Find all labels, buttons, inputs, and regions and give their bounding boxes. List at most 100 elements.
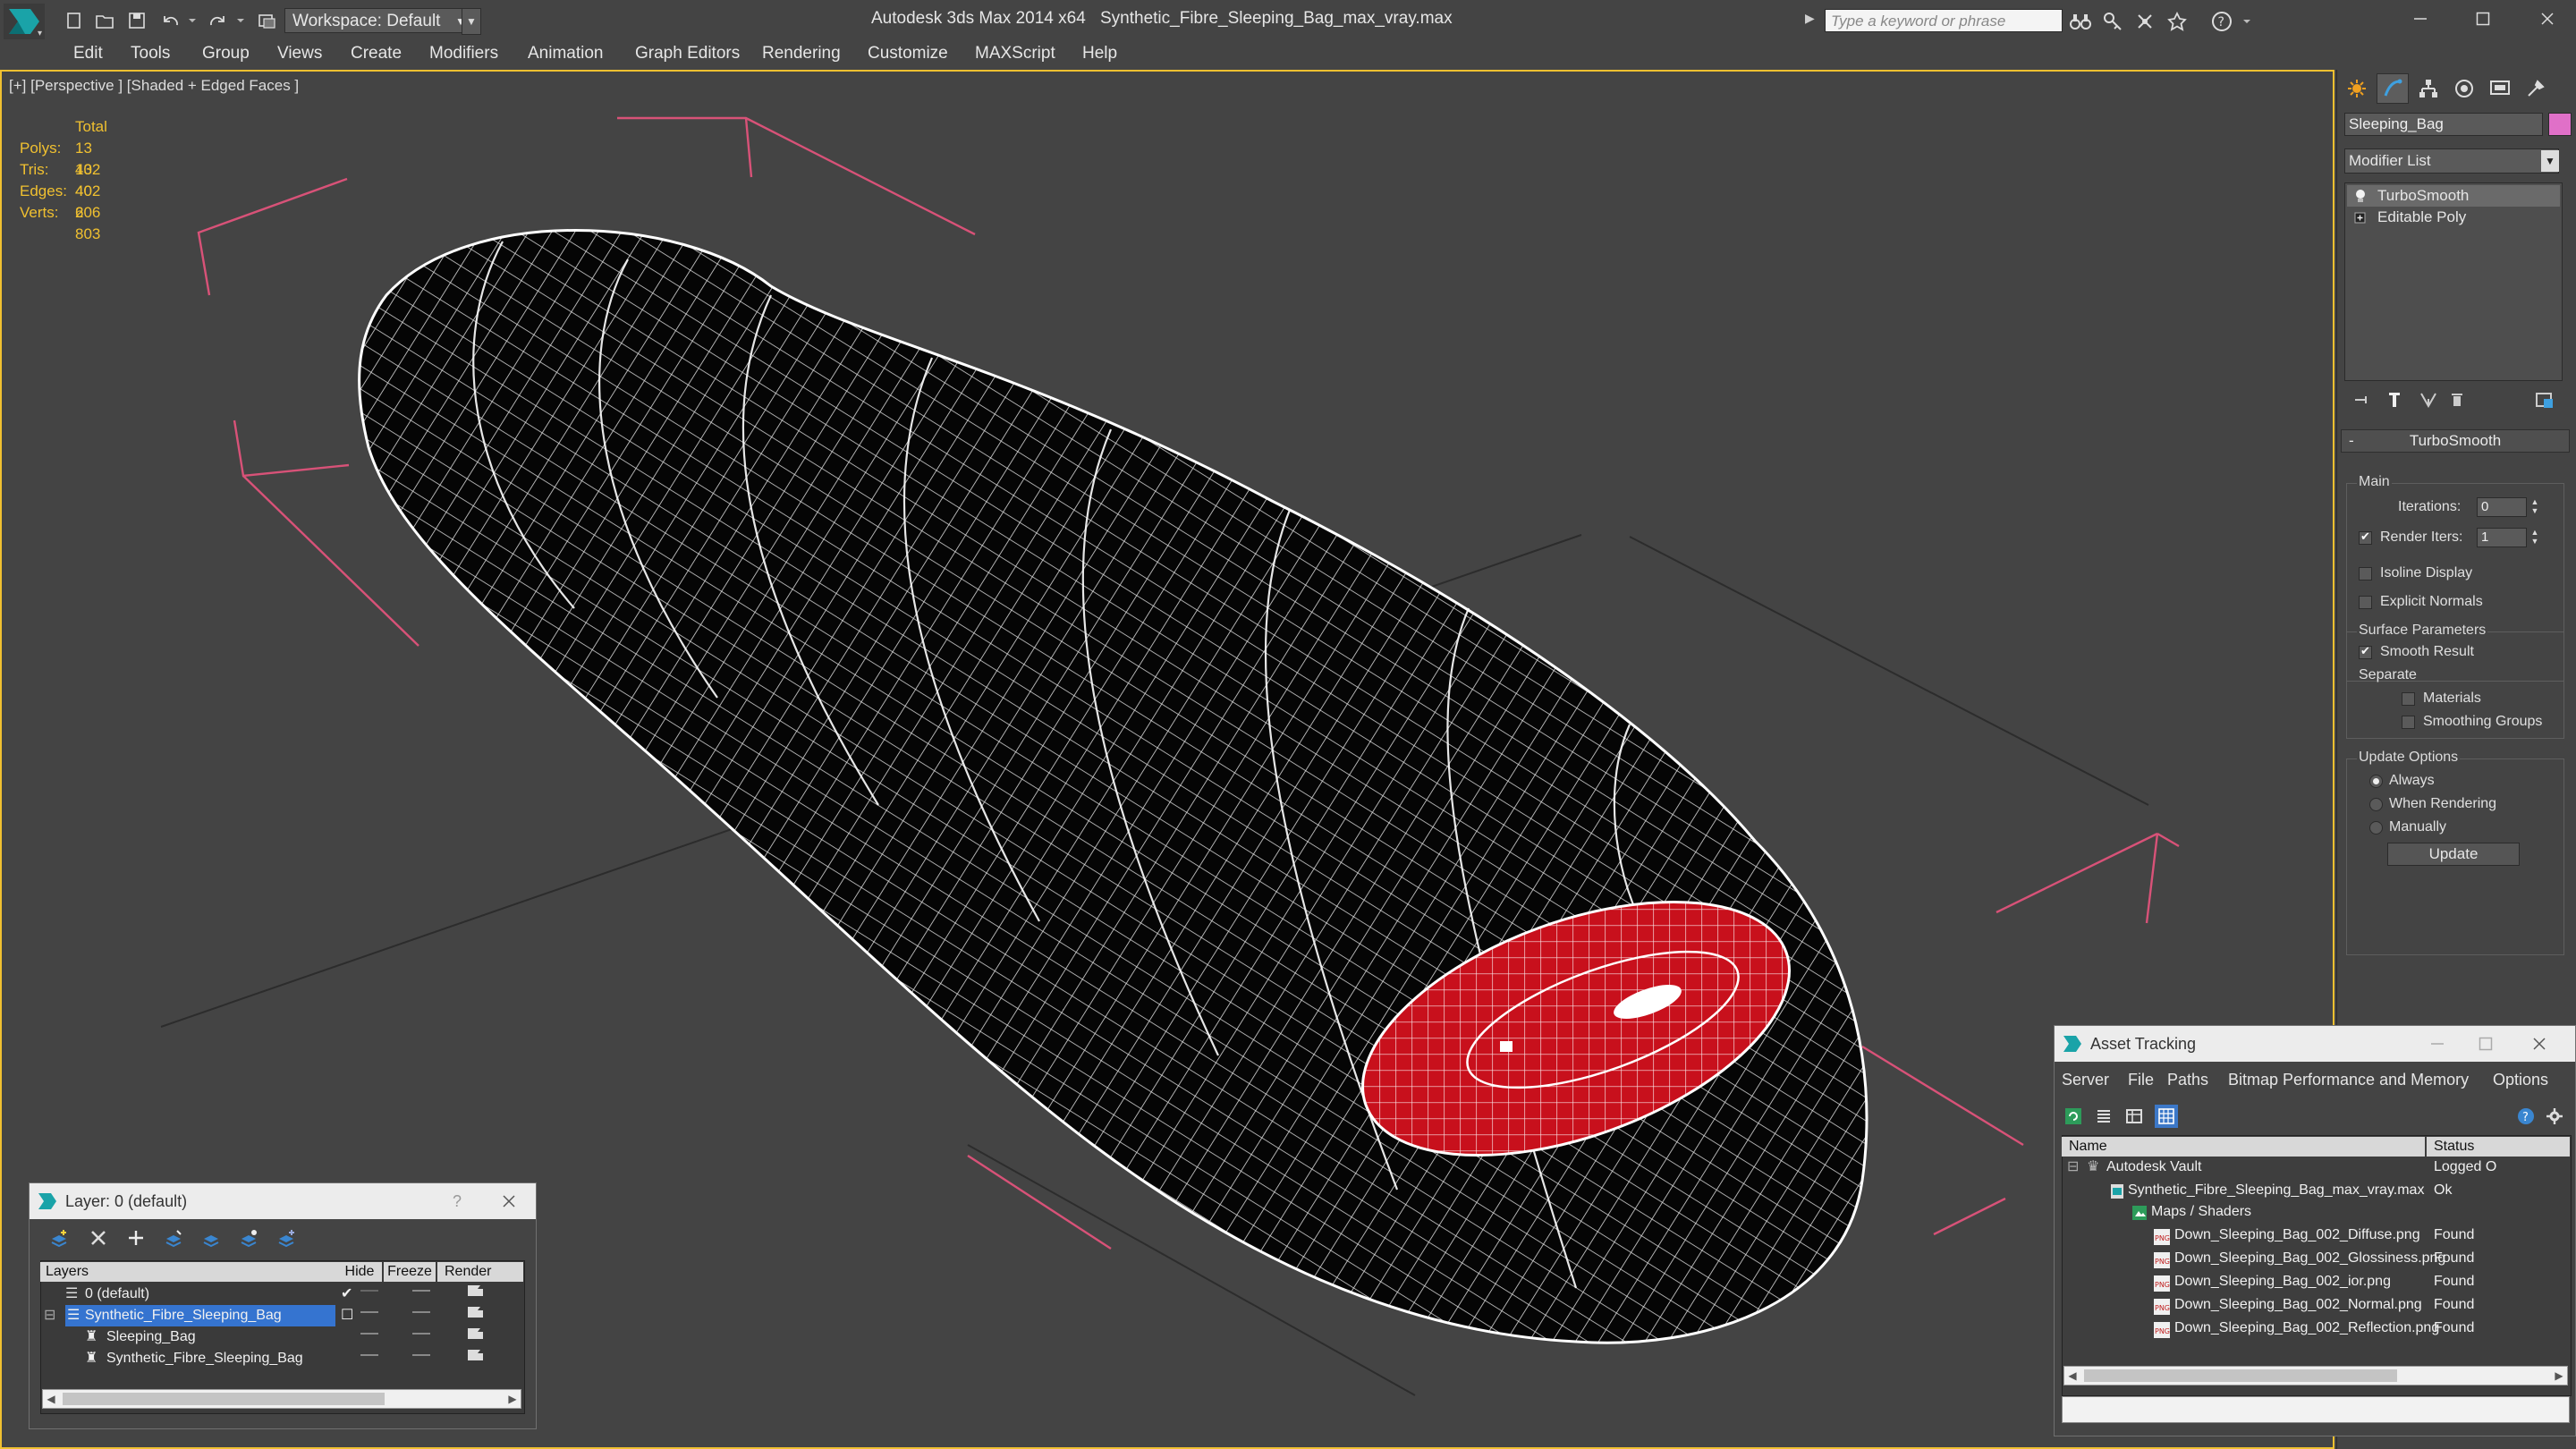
hide-all-layers-icon[interactable]	[237, 1226, 260, 1250]
isoline-display-checkbox[interactable]	[2359, 567, 2372, 580]
make-unique-icon[interactable]	[2416, 388, 2441, 411]
menu-rendering[interactable]: Rendering	[762, 44, 841, 64]
redo-icon[interactable]	[206, 9, 229, 32]
iterations-spinner[interactable]: 0	[2477, 497, 2527, 517]
materials-checkbox[interactable]	[2402, 692, 2415, 706]
communication-center-icon[interactable]	[2132, 9, 2157, 34]
show-end-result-icon[interactable]	[2382, 388, 2407, 411]
menu-paths[interactable]: Paths	[2167, 1071, 2208, 1089]
utilities-tab-icon[interactable]	[2520, 73, 2552, 104]
menu-views[interactable]: Views	[277, 44, 322, 64]
binoculars-icon[interactable]	[2068, 9, 2093, 34]
status-column-header[interactable]: Status	[2427, 1137, 2570, 1157]
help-icon[interactable]: ?	[2209, 9, 2234, 34]
remove-modifier-icon[interactable]	[2445, 388, 2470, 411]
menu-animation[interactable]: Animation	[528, 44, 604, 64]
when-rendering-radio[interactable]	[2369, 798, 2383, 811]
asset-window-titlebar[interactable]: Asset Tracking	[2055, 1026, 2575, 1062]
table-view-icon[interactable]	[2123, 1105, 2146, 1128]
scroll-left-icon[interactable]: ◀	[2064, 1367, 2080, 1385]
turbosmooth-rollout-header[interactable]: - TurboSmooth	[2341, 429, 2570, 453]
scroll-left-icon[interactable]: ◀	[43, 1390, 59, 1408]
tree-minus-icon[interactable]: ⊟	[2067, 1157, 2079, 1178]
collapse-minus-icon[interactable]: ⊟	[44, 1305, 55, 1326]
modifier-list-dropdown[interactable]: Modifier List	[2344, 148, 2559, 174]
minimize-icon[interactable]	[2419, 1030, 2455, 1058]
close-icon[interactable]	[2526, 4, 2569, 34]
new-file-icon[interactable]	[63, 9, 86, 32]
minimize-icon[interactable]	[2399, 4, 2442, 34]
menu-graph-editors[interactable]: Graph Editors	[635, 44, 740, 64]
menu-file[interactable]: File	[2128, 1071, 2154, 1089]
expand-plus-icon[interactable]	[2354, 210, 2367, 225]
name-column-header[interactable]: Name	[2062, 1137, 2425, 1157]
help-dropdown-icon[interactable]	[2234, 9, 2259, 34]
menu-maxscript[interactable]: MAXScript	[975, 44, 1055, 64]
menu-help[interactable]: Help	[1082, 44, 1117, 64]
update-button[interactable]: Update	[2387, 843, 2520, 866]
list-view-icon[interactable]	[2092, 1105, 2115, 1128]
lightbulb-icon[interactable]	[2354, 189, 2367, 203]
search-field[interactable]	[1825, 9, 2069, 33]
menu-server[interactable]: Server	[2062, 1071, 2109, 1089]
help-question-icon[interactable]: ?	[2514, 1105, 2538, 1128]
maximize-icon[interactable]	[2462, 4, 2504, 34]
smooth-result-checkbox[interactable]	[2359, 644, 2372, 659]
settings-icon[interactable]	[2543, 1105, 2566, 1128]
undo-icon[interactable]	[159, 9, 182, 32]
menu-group[interactable]: Group	[202, 44, 250, 64]
display-tab-icon[interactable]	[2484, 73, 2516, 104]
search-expand-icon[interactable]: ▶	[1805, 11, 1815, 26]
explicit-normals-checkbox[interactable]	[2359, 596, 2372, 609]
chevron-down-icon[interactable]: ▼	[2541, 150, 2559, 172]
workspace-dropdown[interactable]: Workspace: Default ▼	[284, 8, 472, 33]
hierarchy-tab-icon[interactable]	[2412, 73, 2445, 104]
freeze-column-header[interactable]: Freeze	[384, 1262, 436, 1282]
project-folder-icon[interactable]	[256, 9, 279, 32]
create-tab-icon[interactable]	[2341, 73, 2373, 104]
configure-modifier-sets-icon[interactable]	[2532, 388, 2557, 411]
subscription-key-icon[interactable]	[2100, 9, 2125, 34]
add-to-layer-icon[interactable]	[124, 1226, 148, 1250]
hide-column-header[interactable]: Hide	[337, 1262, 382, 1282]
modify-tab-icon[interactable]	[2377, 73, 2409, 104]
object-color-swatch[interactable]	[2548, 113, 2572, 136]
scrollbar-thumb[interactable]	[63, 1393, 385, 1405]
stack-item-turbosmooth[interactable]: TurboSmooth	[2347, 185, 2560, 207]
scrollbar-thumb[interactable]	[2084, 1369, 2397, 1382]
create-layer-icon[interactable]	[47, 1226, 71, 1250]
menu-bitmap-performance[interactable]: Bitmap Performance and Memory	[2228, 1071, 2469, 1089]
pin-stack-icon[interactable]	[2350, 388, 2375, 411]
motion-tab-icon[interactable]	[2448, 73, 2480, 104]
close-icon[interactable]	[491, 1187, 527, 1216]
menu-modifiers[interactable]: Modifiers	[429, 44, 498, 64]
render-iters-spinner[interactable]: 1	[2477, 528, 2527, 547]
menu-customize[interactable]: Customize	[868, 44, 948, 64]
open-file-icon[interactable]	[93, 9, 116, 32]
object-name-field[interactable]: Sleeping_Bag	[2344, 113, 2543, 136]
select-in-layer-icon[interactable]	[162, 1226, 185, 1250]
search-input[interactable]	[1826, 10, 2069, 33]
spinner-arrows-icon[interactable]: ▲ ▼	[2529, 497, 2541, 517]
manually-radio[interactable]	[2369, 821, 2383, 835]
menu-edit[interactable]: Edit	[73, 44, 103, 64]
undo-dropdown-icon[interactable]	[181, 9, 204, 32]
menu-options[interactable]: Options	[2493, 1071, 2548, 1089]
menu-tools[interactable]: Tools	[131, 44, 170, 64]
render-iters-checkbox[interactable]	[2359, 530, 2372, 545]
highlight-layer-icon[interactable]	[199, 1226, 223, 1250]
app-logo-icon[interactable]: ▾	[4, 4, 45, 39]
smoothing-groups-checkbox[interactable]	[2402, 716, 2415, 729]
layers-column-header[interactable]: Layers	[40, 1262, 341, 1282]
favorites-star-icon[interactable]	[2165, 9, 2190, 34]
always-radio[interactable]	[2369, 775, 2383, 788]
help-question-icon[interactable]: ?	[439, 1187, 475, 1216]
layer-flags-icons[interactable]	[334, 1284, 530, 1369]
save-file-icon[interactable]	[125, 9, 148, 32]
scroll-right-icon[interactable]: ▶	[504, 1390, 521, 1408]
layer-window-titlebar[interactable]: Layer: 0 (default) ?	[30, 1183, 536, 1219]
spinner-arrows-icon[interactable]: ▲ ▼	[2529, 528, 2541, 547]
quick-access-dropdown[interactable]: ▼	[462, 8, 481, 35]
freeze-all-layers-icon[interactable]	[275, 1226, 298, 1250]
scroll-right-icon[interactable]: ▶	[2551, 1367, 2567, 1385]
